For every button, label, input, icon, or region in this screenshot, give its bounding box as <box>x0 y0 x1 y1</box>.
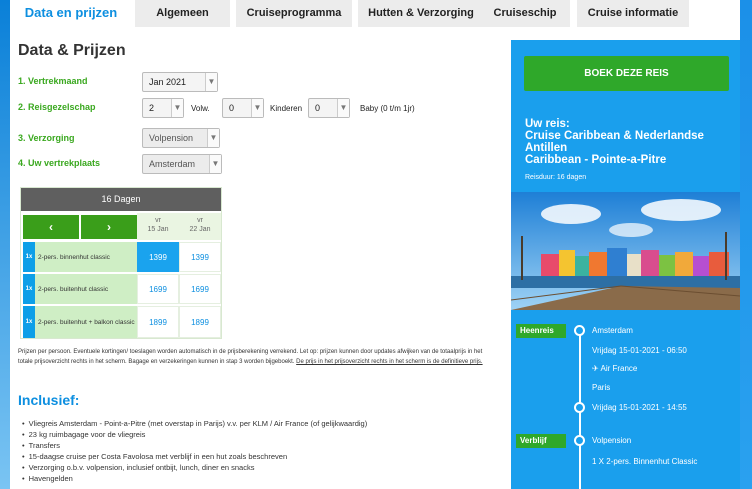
trip-duration: Reisduur: 16 dagen <box>525 174 587 181</box>
content-card: Data en prijzen Algemeen Cruiseprogramma… <box>10 0 740 489</box>
list-item: Transfers <box>22 440 367 451</box>
date-value: 22 Jan <box>189 226 211 233</box>
trip-title-intro: Uw reis: <box>525 118 570 130</box>
departure-place-value: Amsterdam <box>149 159 196 169</box>
trip-title-route: Caribbean - Pointe-a-Pitre <box>525 154 667 166</box>
tab-bar: Data en prijzen Algemeen Cruiseprogramma… <box>10 0 740 30</box>
adults-label: Volw. <box>191 104 210 113</box>
price-cell[interactable]: 1699 <box>137 274 179 304</box>
timeline-dot <box>574 435 585 446</box>
tab-algemeen[interactable]: Algemeen <box>135 0 230 27</box>
list-item: 23 kg ruimbagage voor de vliegreis <box>22 429 367 440</box>
outbound-tag: Heenreis <box>516 324 566 338</box>
chevron-down-icon: ▼ <box>209 155 221 173</box>
chevron-down-icon: ▼ <box>251 99 263 117</box>
chevron-down-icon: ▼ <box>337 99 349 117</box>
stopover-text: Paris <box>592 383 611 392</box>
stay-tag: Verblijf <box>516 434 566 448</box>
origin-text: Amsterdam <box>592 326 633 335</box>
list-item: 15-daagse cruise per Costa Favolosa met … <box>22 451 367 462</box>
list-item: Vliegreis Amsterdam - Point-a-Pitre (met… <box>22 418 368 429</box>
row-qty: 1x <box>23 274 35 304</box>
adults-select[interactable]: 2 ▼ <box>142 98 184 118</box>
price-cell[interactable]: 1399 <box>137 242 179 272</box>
tab-cruise-informatie[interactable]: Cruise informatie <box>577 0 689 27</box>
list-item: Verzorging o.b.v. volpension, inclusief … <box>22 462 367 473</box>
prev-dates-button[interactable]: ‹ <box>23 215 79 239</box>
price-cell[interactable]: 1699 <box>179 274 221 304</box>
departure-month-value: Jan 2021 <box>149 77 187 87</box>
date-day: vr <box>197 217 203 224</box>
date-column-1: vr 15 Jan <box>137 213 179 240</box>
inclusive-list: Vliegreis Amsterdam - Point-a-Pitre (met… <box>22 418 368 484</box>
tab-data-en-prijzen[interactable]: Data en prijzen <box>16 0 126 27</box>
date-day: vr <box>155 217 161 224</box>
cabin-text: 1 X 2-pers. Binnenhut Classic <box>592 457 698 466</box>
duration-header: 16 Dagen <box>21 188 221 211</box>
trip-title-name: Cruise Caribbean & Nederlandse Antillen <box>525 130 704 154</box>
departure-place-select[interactable]: Amsterdam ▼ <box>142 154 222 174</box>
departure-month-select[interactable]: Jan 2021 ▼ <box>142 72 218 92</box>
stopover-time-text: Vrijdag 15-01-2021 - 14:55 <box>592 403 687 412</box>
inclusive-heading: Inclusief: <box>18 392 80 408</box>
airline-text: ✈ Air France <box>592 364 637 373</box>
airplane-icon: ✈ <box>592 364 599 373</box>
departure-month-label: 1. Vertrekmaand <box>18 76 88 86</box>
timeline-dot <box>574 402 585 413</box>
chevron-down-icon: ▼ <box>171 99 183 117</box>
background-left <box>0 0 10 489</box>
airline-name: Air France <box>600 364 638 373</box>
price-cell[interactable]: 1899 <box>137 306 179 338</box>
children-value: 0 <box>229 103 235 113</box>
cabin-label: 2-pers. buitenhut classic <box>35 274 137 304</box>
tab-hutten-verzorging[interactable]: Hutten & Verzorging <box>358 0 484 27</box>
board-text: Volpension <box>592 436 632 445</box>
travel-party-label: 2. Reisgezelschap <box>18 102 96 112</box>
row-qty: 1x <box>23 306 35 338</box>
book-trip-button[interactable]: BOEK DEZE REIS <box>524 56 729 91</box>
price-note: Prijzen per persoon. Eventuele kortingen… <box>18 347 493 367</box>
chevron-down-icon: ▼ <box>205 73 217 91</box>
tab-cruiseprogramma[interactable]: Cruiseprogramma <box>236 0 352 27</box>
trip-title: Uw reis: Cruise Caribbean & Nederlandse … <box>525 118 733 166</box>
chevron-left-icon: ‹ <box>49 220 53 234</box>
adults-value: 2 <box>149 103 155 113</box>
baby-label: Baby (0 t/m 1jr) <box>360 104 415 113</box>
tab-cruiseschip[interactable]: Cruiseschip <box>480 0 570 27</box>
price-note-link[interactable]: De prijs in het prijsoverzicht rechts in… <box>296 359 482 365</box>
board-label: 3. Verzorging <box>18 133 75 143</box>
booking-summary-panel: BOEK DEZE REIS Uw reis: Cruise Caribbean… <box>511 40 740 489</box>
baby-select[interactable]: 0 ▼ <box>308 98 350 118</box>
price-cell[interactable]: 1399 <box>179 242 221 272</box>
cabin-label: 2-pers. buitenhut + balkon classic <box>35 306 137 338</box>
cabin-label: 2-pers. binnenhut classic <box>35 242 137 272</box>
date-column-2: vr 22 Jan <box>179 213 221 240</box>
chevron-right-icon: › <box>107 220 111 234</box>
page-title: Data & Prijzen <box>18 42 126 59</box>
price-grid: 16 Dagen ‹ › vr 15 Jan vr 22 Jan 1x 2-pe… <box>20 187 222 339</box>
board-value: Volpension <box>149 133 194 143</box>
chevron-down-icon: ▼ <box>207 129 219 147</box>
row-qty: 1x <box>23 242 35 272</box>
list-item: Havengelden <box>22 473 367 484</box>
depart-time-text: Vrijdag 15-01-2021 - 06:50 <box>592 346 687 355</box>
departure-place-label: 4. Uw vertrekplaats <box>18 158 101 168</box>
destination-photo <box>511 192 740 310</box>
timeline-dot <box>574 325 585 336</box>
children-select[interactable]: 0 ▼ <box>222 98 264 118</box>
background-right <box>740 0 752 489</box>
board-select[interactable]: Volpension ▼ <box>142 128 220 148</box>
date-value: 15 Jan <box>147 226 169 233</box>
baby-value: 0 <box>315 103 321 113</box>
price-cell[interactable]: 1899 <box>179 306 221 338</box>
next-dates-button[interactable]: › <box>81 215 137 239</box>
children-label: Kinderen <box>270 104 303 113</box>
